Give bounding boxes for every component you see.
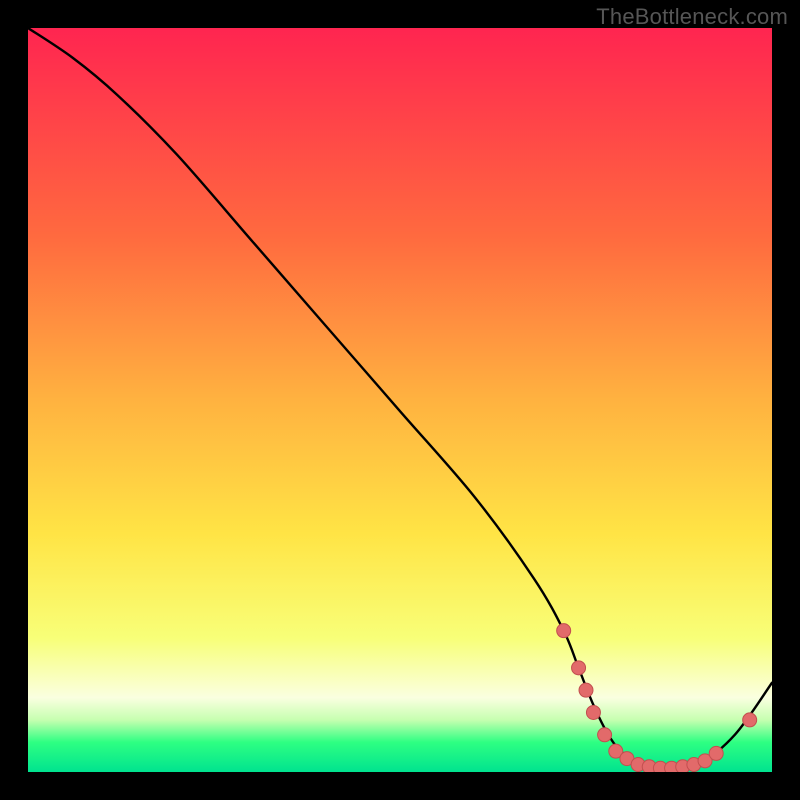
curve-marker [579,683,593,697]
chart-svg [28,28,772,772]
curve-marker [557,624,571,638]
curve-marker [572,661,586,675]
watermark-text: TheBottleneck.com [596,4,788,30]
gradient-background [28,28,772,772]
chart-stage: TheBottleneck.com [0,0,800,800]
curve-marker [743,713,757,727]
plot-area [28,28,772,772]
curve-marker [598,728,612,742]
curve-marker [586,705,600,719]
curve-marker [709,746,723,760]
